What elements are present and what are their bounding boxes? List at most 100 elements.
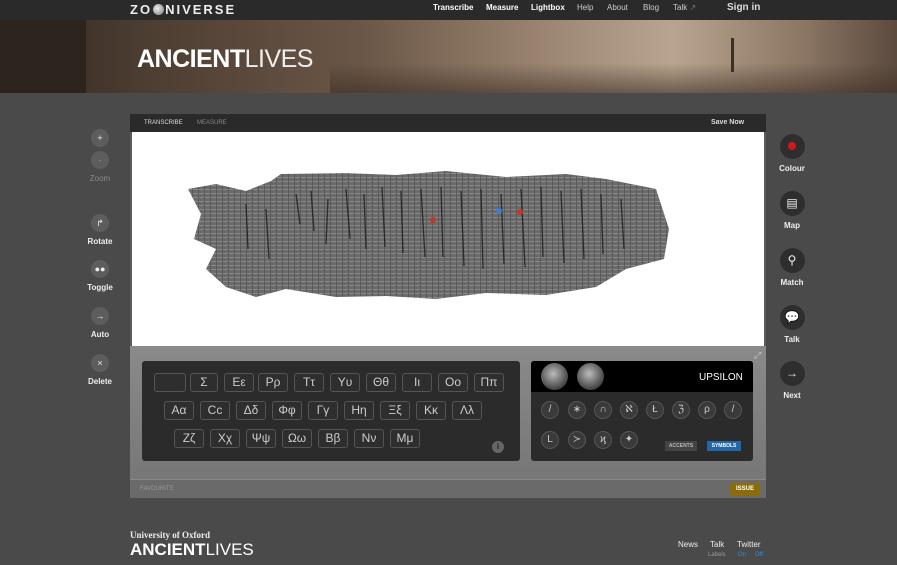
nav-blog[interactable]: Blog bbox=[643, 3, 659, 12]
key-chi[interactable]: Χχ bbox=[210, 429, 240, 448]
symbol-key[interactable]: ℨ bbox=[672, 401, 690, 419]
symbol-key[interactable]: ≻ bbox=[568, 431, 586, 449]
key-delta[interactable]: Δδ bbox=[236, 401, 266, 420]
match-button[interactable]: ⚲ Match bbox=[762, 248, 822, 287]
tab-measure[interactable]: MEASURE bbox=[197, 120, 227, 126]
key-eta[interactable]: Ηη bbox=[344, 401, 374, 420]
rotate-label: Rotate bbox=[87, 237, 113, 246]
greek-keyboard: Σ Εε Ρρ Ττ Υυ Θθ Ιι Οο Ππ Αα Cc Δδ Φφ Γγ… bbox=[142, 361, 520, 461]
plus-icon: + bbox=[91, 129, 109, 147]
nav-measure[interactable]: Measure bbox=[486, 3, 518, 12]
nav-help[interactable]: Help bbox=[577, 3, 593, 12]
letter-preview-header: UPSILON bbox=[531, 361, 753, 392]
colour-button[interactable]: Colour bbox=[762, 134, 822, 173]
key-rho[interactable]: Ρρ bbox=[258, 373, 288, 392]
key-psi[interactable]: Ψψ bbox=[246, 429, 276, 448]
key-lambda[interactable]: Λλ bbox=[452, 401, 482, 420]
nav-about[interactable]: About bbox=[607, 3, 628, 12]
toggle-button[interactable]: ●● Toggle bbox=[70, 260, 130, 292]
key-omicron[interactable]: Οο bbox=[438, 373, 468, 392]
talk-button[interactable]: 💬 Talk bbox=[762, 305, 822, 344]
footer-talk-link[interactable]: Talk bbox=[710, 540, 724, 549]
key-gamma[interactable]: Γγ bbox=[308, 401, 338, 420]
key-theta[interactable]: Θθ bbox=[366, 373, 396, 392]
tab-accents[interactable]: ACCENTS bbox=[665, 441, 697, 451]
papyrus-viewer[interactable] bbox=[132, 132, 764, 346]
footer-university: University of Oxford bbox=[130, 530, 210, 540]
zoom-in-button[interactable]: + bbox=[70, 129, 130, 147]
blank-key[interactable] bbox=[154, 373, 186, 392]
symbol-key[interactable]: ✦ bbox=[620, 431, 638, 449]
next-button[interactable]: → Next bbox=[762, 361, 822, 400]
toggle-icon: ●● bbox=[91, 260, 109, 278]
favourite-button[interactable]: FAVOURITE bbox=[140, 486, 174, 492]
map-button[interactable]: ▤ Map bbox=[762, 191, 822, 230]
symbol-key[interactable]: ϗ bbox=[594, 431, 612, 449]
arrow-right-icon: → bbox=[779, 361, 805, 386]
key-epsilon[interactable]: Εε bbox=[224, 373, 254, 392]
zooniverse-logo[interactable]: ZO NIVERSE bbox=[130, 2, 236, 17]
tab-symbols[interactable]: SYMBOLS bbox=[707, 441, 741, 451]
letter-example-thumbnail[interactable] bbox=[577, 363, 604, 390]
key-xi[interactable]: Ξξ bbox=[380, 401, 410, 420]
key-iota[interactable]: Ιι bbox=[402, 373, 432, 392]
minus-icon: - bbox=[91, 151, 109, 169]
key-mu[interactable]: Μμ bbox=[390, 429, 420, 448]
symbol-key[interactable]: ρ bbox=[698, 401, 716, 419]
symbol-key[interactable]: L bbox=[541, 431, 559, 449]
key-zeta[interactable]: Ζζ bbox=[174, 429, 204, 448]
issue-button[interactable]: ISSUE bbox=[730, 483, 760, 496]
delete-button[interactable]: × Delete bbox=[70, 354, 130, 386]
top-navigation-bar: ZO NIVERSE Transcribe Measure Lightbox He… bbox=[0, 0, 897, 20]
close-icon: × bbox=[91, 354, 109, 372]
labels-on-toggle[interactable]: On bbox=[738, 552, 746, 558]
tab-transcribe[interactable]: TRANSCRIBE bbox=[144, 120, 183, 126]
symbol-key[interactable]: ∗ bbox=[568, 401, 586, 419]
map-label: Map bbox=[784, 221, 800, 230]
symbol-key[interactable]: / bbox=[724, 401, 742, 419]
auto-button[interactable]: → Auto bbox=[70, 307, 130, 339]
key-upsilon[interactable]: Υυ bbox=[330, 373, 360, 392]
arrow-right-icon: → bbox=[91, 307, 109, 325]
nav-talk[interactable]: Talk ↗ bbox=[673, 3, 696, 12]
labels-off-toggle[interactable]: Off bbox=[755, 552, 763, 558]
labels-text: Labels bbox=[708, 552, 726, 558]
toggle-label: Toggle bbox=[87, 283, 113, 292]
key-nu[interactable]: Νν bbox=[354, 429, 384, 448]
logo-galaxy-icon bbox=[153, 4, 165, 15]
key-kappa[interactable]: Κκ bbox=[416, 401, 446, 420]
key-alpha[interactable]: Αα bbox=[164, 401, 194, 420]
next-label: Next bbox=[783, 391, 801, 400]
expand-icon[interactable]: ⤢ bbox=[754, 350, 761, 361]
selected-letter-name: UPSILON bbox=[699, 372, 743, 383]
key-sigma[interactable]: Σ bbox=[190, 373, 218, 392]
delete-label: Delete bbox=[87, 377, 112, 386]
save-now-button[interactable]: Save Now bbox=[711, 119, 744, 126]
sign-in-link[interactable]: Sign in bbox=[727, 2, 760, 13]
nav-lightbox[interactable]: Lightbox bbox=[531, 3, 565, 12]
header-banner: ANCIENTLIVES bbox=[0, 20, 897, 93]
letter-example-thumbnail[interactable] bbox=[541, 363, 568, 390]
key-omega[interactable]: Ωω bbox=[282, 429, 312, 448]
transcription-panel: TRANSCRIBE MEASURE Save Now Σ Εε Ρρ Ττ Υ… bbox=[130, 114, 766, 498]
footer-news-link[interactable]: News bbox=[678, 540, 698, 549]
key-pi[interactable]: Ππ bbox=[474, 373, 504, 392]
nav-transcribe[interactable]: Transcribe bbox=[433, 3, 473, 12]
key-phi[interactable]: Φφ bbox=[272, 401, 302, 420]
zoom-label: Zoom bbox=[89, 174, 111, 183]
red-dot-icon bbox=[779, 134, 805, 159]
symbol-key[interactable]: Ł bbox=[646, 401, 664, 419]
minaret-silhouette bbox=[731, 38, 734, 72]
footer-twitter-link[interactable]: Twitter bbox=[737, 540, 761, 549]
key-beta[interactable]: Ββ bbox=[318, 429, 348, 448]
symbol-key[interactable]: / bbox=[541, 401, 559, 419]
magnifier-icon: ⚲ bbox=[779, 248, 805, 273]
key-tau[interactable]: Ττ bbox=[294, 373, 324, 392]
rotate-button[interactable]: ↱ Rotate bbox=[70, 214, 130, 246]
info-icon[interactable]: i bbox=[492, 441, 504, 453]
symbol-key[interactable]: ℵ bbox=[620, 401, 638, 419]
symbol-key[interactable]: ∩ bbox=[594, 401, 612, 419]
key-lunate-sigma[interactable]: Cc bbox=[200, 401, 230, 420]
external-link-icon: ↗ bbox=[689, 3, 697, 12]
zoom-out-button[interactable]: - Zoom bbox=[70, 151, 130, 183]
